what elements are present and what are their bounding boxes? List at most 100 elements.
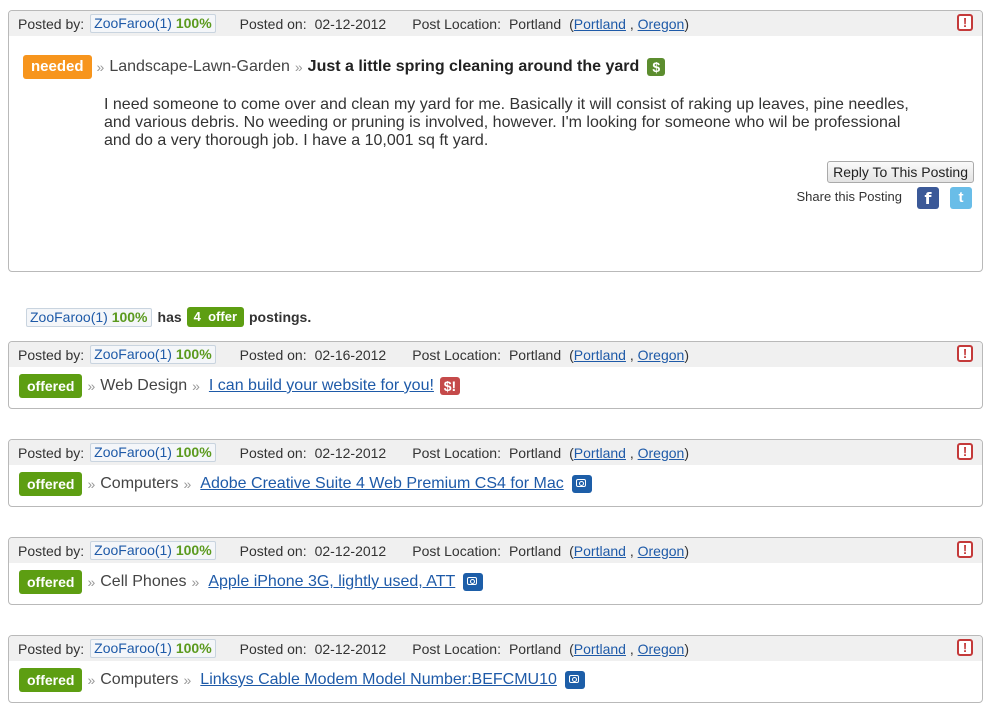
location-text: Portland	[508, 15, 562, 32]
offer-posting-card: Posted by: ZooFaroo(1) 100% Posted on: 0…	[8, 341, 983, 409]
posted-date: 02-12-2012	[314, 15, 387, 32]
location-separator: ,	[629, 640, 634, 657]
flag-icon[interactable]: !	[957, 345, 973, 362]
posting-meta-bar: Posted by: ZooFaroo(1) 100% Posted on: 0…	[9, 538, 982, 563]
camera-icon	[564, 671, 585, 689]
posted-date: 02-12-2012	[314, 640, 387, 657]
username[interactable]: ZooFaroo(1)	[94, 15, 172, 31]
breadcrumb-separator: »	[87, 574, 96, 590]
posting-meta-bar: Posted by: ZooFaroo(1) 100% Posted on: 0…	[9, 440, 982, 465]
reply-button[interactable]: Reply To This Posting	[827, 161, 974, 183]
offer-count-label: offer	[208, 309, 237, 324]
posting-headline: offered » Cell Phones » Apple iPhone 3G,…	[9, 570, 982, 594]
state-link[interactable]: Oregon	[638, 16, 685, 32]
user-badge[interactable]: ZooFaroo(1) 100%	[90, 541, 216, 560]
post-location-label: Post Location:	[412, 15, 501, 32]
post-location-label: Post Location:	[412, 640, 501, 657]
posting-headline: offered » Computers » Linksys Cable Mode…	[9, 668, 982, 692]
rating: 100%	[175, 15, 212, 31]
city-link[interactable]: Portland	[574, 445, 626, 461]
has-text: has	[157, 309, 182, 325]
rating: 100%	[175, 542, 212, 558]
username[interactable]: ZooFaroo(1)	[94, 640, 172, 656]
rating: 100%	[175, 640, 212, 656]
main-posting-card: Posted by: ZooFaroo(1) 100% Posted on: 0…	[8, 10, 983, 272]
user-badge[interactable]: ZooFaroo(1) 100%	[26, 307, 152, 327]
state-link[interactable]: Oregon	[638, 445, 685, 461]
posted-on-label: Posted on:	[239, 640, 307, 657]
posted-by-label: Posted by:	[18, 640, 85, 657]
posting-meta-bar: Posted by: ZooFaroo(1) 100% Posted on: 0…	[9, 11, 982, 36]
state-link[interactable]: Oregon	[638, 347, 685, 363]
username[interactable]: ZooFaroo(1)	[94, 444, 172, 460]
needed-tag: needed	[23, 55, 92, 79]
posting-body: I need someone to come over and clean my…	[104, 96, 909, 149]
flag-icon[interactable]: !	[957, 443, 973, 460]
location-text: Portland	[508, 640, 562, 657]
breadcrumb-separator: »	[191, 574, 200, 590]
category-link[interactable]: Web Design	[100, 377, 187, 395]
offer-count-badge[interactable]: 4 offer	[186, 307, 244, 327]
posting-title-link[interactable]: Apple iPhone 3G, lightly used, ATT	[208, 573, 455, 591]
username[interactable]: ZooFaroo(1)	[94, 542, 172, 558]
posting-title: Just a little spring cleaning around the…	[307, 58, 640, 75]
category-link[interactable]: Cell Phones	[100, 573, 186, 591]
state-link[interactable]: Oregon	[638, 641, 685, 657]
location-separator: ,	[629, 444, 634, 461]
city-link[interactable]: Portland	[574, 347, 626, 363]
location-separator: ,	[629, 15, 634, 32]
offered-tag: offered	[19, 374, 83, 398]
username[interactable]: ZooFaroo(1)	[30, 309, 108, 325]
user-badge[interactable]: ZooFaroo(1) 100%	[90, 639, 216, 658]
camera-icon	[463, 573, 484, 591]
flag-icon[interactable]: !	[957, 639, 973, 656]
facebook-icon[interactable]: f	[917, 187, 939, 209]
breadcrumb-separator: »	[87, 378, 96, 394]
post-location-label: Post Location:	[412, 346, 501, 363]
rating: 100%	[175, 444, 212, 460]
rating: 100%	[175, 346, 212, 362]
location-text: Portland	[508, 346, 562, 363]
posting-headline: offered » Web Design » I can build your …	[9, 374, 982, 398]
posted-on-label: Posted on:	[239, 444, 307, 461]
user-badge[interactable]: ZooFaroo(1) 100%	[90, 14, 216, 33]
flag-icon[interactable]: !	[957, 541, 973, 558]
posting-meta-bar: Posted by: ZooFaroo(1) 100% Posted on: 0…	[9, 636, 982, 661]
posting-title-link[interactable]: Adobe Creative Suite 4 Web Premium CS4 f…	[200, 475, 563, 493]
city-link[interactable]: Portland	[574, 16, 626, 32]
posting-headline: offered » Computers » Adobe Creative Sui…	[9, 472, 982, 496]
posted-date: 02-16-2012	[314, 346, 387, 363]
city-link[interactable]: Portland	[574, 641, 626, 657]
category-link[interactable]: Computers	[100, 671, 178, 689]
flag-icon[interactable]: !	[957, 14, 973, 31]
category-link[interactable]: Computers	[100, 475, 178, 493]
postings-summary: ZooFaroo(1) 100% has 4 offer postings.	[26, 307, 311, 327]
offer-posting-card: Posted by: ZooFaroo(1) 100% Posted on: 0…	[8, 635, 983, 703]
offer-count: 4	[193, 309, 201, 324]
rating: 100%	[111, 308, 148, 325]
breadcrumb-separator: »	[183, 476, 192, 492]
location-text: Portland	[508, 542, 562, 559]
twitter-icon[interactable]: t	[950, 187, 972, 209]
user-badge[interactable]: ZooFaroo(1) 100%	[90, 443, 216, 462]
username[interactable]: ZooFaroo(1)	[94, 346, 172, 362]
post-location-label: Post Location:	[412, 542, 501, 559]
posted-by-label: Posted by:	[18, 346, 85, 363]
posting-title-link[interactable]: I can build your website for you!	[209, 377, 434, 395]
city-link[interactable]: Portland	[574, 543, 626, 559]
posted-on-label: Posted on:	[239, 15, 307, 32]
posted-by-label: Posted by:	[18, 444, 85, 461]
category-link[interactable]: Landscape-Lawn-Garden	[109, 58, 290, 76]
offered-tag: offered	[19, 570, 83, 594]
offer-posting-card: Posted by: ZooFaroo(1) 100% Posted on: 0…	[8, 439, 983, 507]
breadcrumb-separator: »	[96, 59, 105, 75]
user-badge[interactable]: ZooFaroo(1) 100%	[90, 345, 216, 364]
money-red-icon: $!	[439, 377, 460, 395]
posting-title-link[interactable]: Linksys Cable Modem Model Number:BEFCMU1…	[200, 671, 557, 689]
location-separator: ,	[629, 346, 634, 363]
posted-date: 02-12-2012	[314, 444, 387, 461]
breadcrumb-separator: »	[183, 672, 192, 688]
share-label: Share this Posting	[796, 189, 902, 204]
posted-on-label: Posted on:	[239, 346, 307, 363]
state-link[interactable]: Oregon	[638, 543, 685, 559]
